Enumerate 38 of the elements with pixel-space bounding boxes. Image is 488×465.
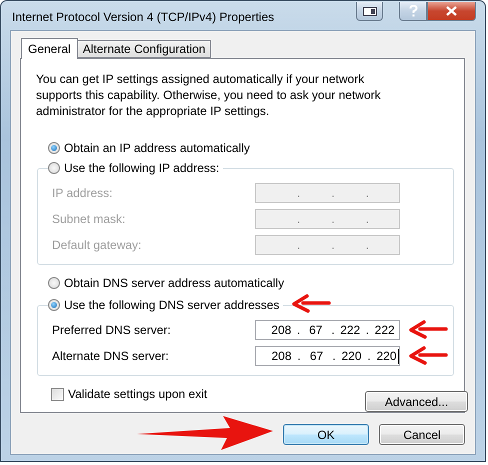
- ip-address-field[interactable]: 208 . 67 . 220 . 220: [255, 346, 400, 366]
- radio-button[interactable]: [48, 299, 60, 311]
- octet-text: 220: [340, 349, 363, 363]
- radio-button[interactable]: [48, 162, 60, 174]
- close-icon: [446, 6, 457, 16]
- window-title: Internet Protocol Version 4 (TCP/IPv4) Properties: [12, 10, 276, 24]
- field-label: Default gateway:: [52, 238, 142, 252]
- octet-text: 67: [308, 323, 324, 337]
- field-label: Subnet mask:: [52, 212, 126, 226]
- ip-address-field[interactable]: 208 . 67 . 222 . 222: [255, 320, 400, 340]
- dialog-button[interactable]: OK: [283, 424, 369, 445]
- field-label: IP address:: [52, 186, 114, 200]
- octet-text: 222: [374, 323, 396, 337]
- radio-label: Obtain an IP address automatically: [64, 140, 250, 154]
- window-icon: [362, 6, 376, 16]
- octet-text: 208: [270, 349, 293, 363]
- checkbox[interactable]: [51, 388, 64, 400]
- radio-label: Use the following IP address:: [64, 161, 220, 176]
- tab[interactable]: General: [21, 38, 78, 59]
- intro-text: You can get IP settings assigned automatically if your network supports this capability. Otherwise, you need to ask your network administrator for the appropriate IP settings.: [36, 71, 382, 119]
- help-icon: [408, 5, 418, 17]
- radio-label: Obtain DNS server address automatically: [64, 276, 284, 290]
- radio-button[interactable]: [48, 142, 60, 154]
- field-label: Preferred DNS server:: [52, 323, 172, 337]
- octet-text: 208: [270, 323, 292, 337]
- octet-text: 67: [308, 349, 324, 363]
- help-button[interactable]: [399, 2, 427, 21]
- dialog-button[interactable]: Cancel: [379, 424, 465, 445]
- radio-label: Use the following DNS server addresses: [64, 298, 280, 312]
- radio-button[interactable]: [48, 277, 60, 290]
- octet-text: 222: [339, 323, 362, 337]
- window-button[interactable]: [356, 2, 383, 21]
- checkbox-label: Validate settings upon exit: [68, 387, 208, 401]
- tab[interactable]: Alternate Configuration: [76, 40, 212, 58]
- octet-text: 220: [375, 349, 398, 363]
- close-button[interactable]: [427, 2, 476, 21]
- advanced-button[interactable]: Advanced...: [365, 391, 468, 412]
- field-label: Alternate DNS server:: [52, 349, 170, 363]
